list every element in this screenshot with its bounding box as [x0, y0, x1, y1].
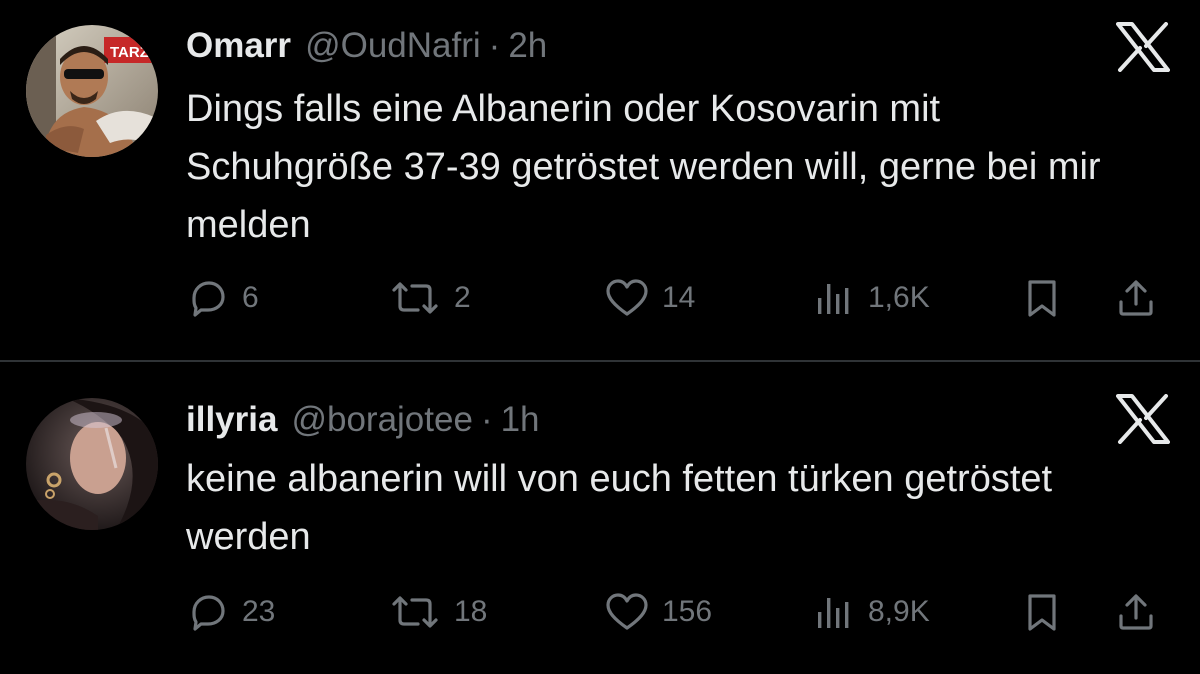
views-button[interactable]: 8,9K [812, 582, 930, 642]
timestamp[interactable]: 2h [508, 24, 547, 68]
separator-dot: · [480, 400, 493, 439]
retweet-count: 2 [454, 281, 471, 314]
heart-icon [606, 593, 648, 630]
tweet-text: Dings falls eine Albanerin oder Kosovari… [186, 88, 1101, 246]
like-button[interactable]: 156 [604, 582, 712, 642]
views-button[interactable]: 1,6K [812, 268, 930, 328]
reply-icon [192, 281, 225, 317]
bookmark-button[interactable] [1020, 268, 1064, 328]
share-icon [1119, 280, 1153, 316]
user-handle[interactable]: @borajotee [291, 398, 472, 442]
like-count: 14 [662, 281, 696, 314]
retweet-icon [392, 596, 438, 628]
share-button[interactable] [1114, 582, 1158, 642]
user-handle[interactable]: @OudNafri [305, 24, 481, 68]
share-button[interactable] [1114, 268, 1158, 328]
views-icon [818, 284, 849, 314]
share-icon [1119, 594, 1153, 630]
like-button[interactable]: 14 [604, 268, 695, 328]
views-icon [818, 598, 849, 628]
tweet-header: Omarr @OudNafri · 2h [186, 24, 547, 68]
bookmark-icon [1028, 594, 1056, 631]
views-count: 1,6K [868, 281, 930, 314]
bookmark-button[interactable] [1020, 582, 1064, 642]
avatar-photo: TARZ [26, 25, 158, 157]
action-bar: 6 2 14 1,6K [0, 268, 1200, 328]
retweet-button[interactable]: 2 [388, 268, 471, 328]
tweet-2[interactable]: illyria @borajotee · 1h keine albanerin … [0, 362, 1200, 674]
avatar[interactable] [26, 398, 158, 530]
views-count: 8,9K [868, 595, 930, 628]
retweet-icon [392, 282, 438, 314]
tweet-1[interactable]: TARZ Omarr @OudNafri · 2h Dings falls ei… [0, 0, 1200, 360]
display-name[interactable]: Omarr [186, 24, 291, 68]
like-count: 156 [662, 595, 713, 628]
heart-icon [606, 279, 648, 316]
x-logo-icon [1116, 22, 1170, 72]
reply-button[interactable]: 6 [186, 268, 259, 328]
reply-count: 23 [242, 595, 276, 628]
retweet-count: 18 [454, 595, 488, 628]
tweet-text: keine albanerin will von euch fetten tür… [186, 458, 1053, 558]
display-name[interactable]: illyria [186, 398, 277, 442]
avatar-sign-text: TARZ [110, 44, 149, 61]
timestamp[interactable]: 1h [501, 398, 540, 442]
x-logo-icon [1116, 394, 1170, 444]
reply-button[interactable]: 23 [186, 582, 275, 642]
avatar-photo [26, 398, 158, 530]
separator-dot: · [488, 26, 501, 65]
action-bar: 23 18 156 8,9K [0, 582, 1200, 642]
reply-count: 6 [242, 281, 259, 314]
avatar[interactable]: TARZ [26, 25, 158, 157]
reply-icon [192, 595, 225, 631]
tweet-header: illyria @borajotee · 1h [186, 398, 540, 442]
bookmark-icon [1028, 280, 1056, 317]
retweet-button[interactable]: 18 [388, 582, 487, 642]
